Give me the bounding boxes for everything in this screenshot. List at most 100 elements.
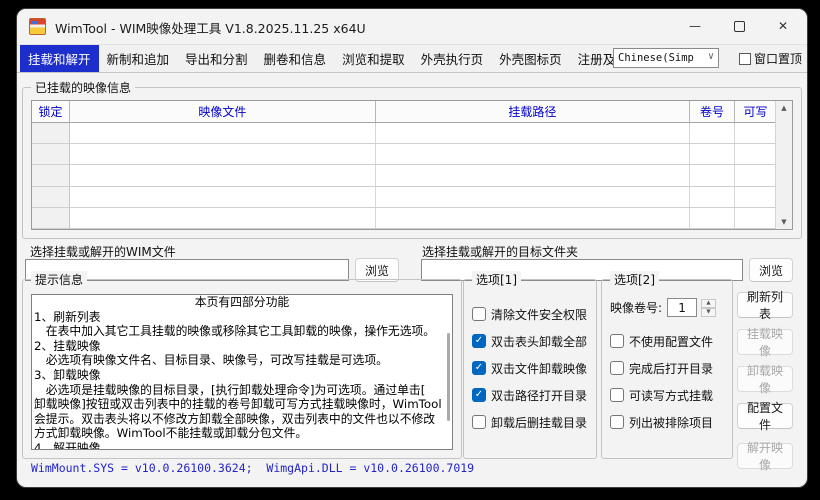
topmost-checkbox[interactable]: 窗口置顶 (739, 50, 802, 67)
tips-line: 4、解开映像 (32, 441, 452, 450)
table-cell-mount-path (376, 208, 690, 228)
option-dblclick-header-unmount-all[interactable]: 双击表头卸载全部 (472, 333, 587, 349)
table-cell-image-file (70, 187, 376, 207)
table-cell-volume-number (690, 144, 735, 164)
checkbox-icon (739, 53, 751, 65)
tab-shell-icon-page[interactable]: 外壳图标页 (491, 45, 570, 72)
window-title: WimTool - WIM映像处理工具 V1.8.2025.11.25 x64U (55, 18, 366, 37)
table-cell-image-file (70, 144, 376, 164)
option-open-dir-when-done[interactable]: 完成后打开目录 (610, 360, 713, 376)
checkbox-icon (472, 361, 486, 375)
table-cell-mount-path (376, 165, 690, 185)
checkbox-icon (472, 307, 486, 321)
option-list-excluded-items[interactable]: 列出被排除项目 (610, 414, 713, 430)
minimize-button[interactable]: — (673, 9, 717, 43)
table-row[interactable] (32, 123, 776, 144)
chevron-down-icon: ∨ (708, 51, 714, 62)
table-cell-lock (32, 187, 70, 207)
options2-group: 选项[2] 映像卷号: 1 ▲ ▼ 不使用配置文件完成后打开目录可读写方式挂载列… (601, 279, 733, 459)
tips-group: 提示信息 本页有四部分功能1、刷新列表 在表中加入其它工具挂载的映像或移除其它工… (22, 279, 462, 459)
table-cell-image-file (70, 123, 376, 143)
option-no-config-file[interactable]: 不使用配置文件 (610, 333, 713, 349)
title-bar: WimTool - WIM映像处理工具 V1.8.2025.11.25 x64U… (17, 9, 807, 43)
option-label: 卸载后删挂载目录 (491, 414, 587, 431)
volume-number-input[interactable]: 1 (667, 298, 697, 317)
options1-group: 选项[1] 清除文件安全权限双击表头卸载全部双击文件卸载映像双击路径打开目录卸载… (463, 279, 597, 459)
target-folder-browse-button[interactable]: 浏览 (749, 258, 793, 282)
close-button[interactable]: ✕ (761, 9, 805, 43)
table-scrollbar[interactable]: ▲ ▼ (775, 101, 792, 229)
volume-number-label: 映像卷号: (610, 299, 662, 316)
table-cell-lock (32, 165, 70, 185)
table-cell-image-file (70, 208, 376, 228)
table-row[interactable] (32, 187, 776, 208)
table-cell-mount-path (376, 187, 690, 207)
option-label: 可读写方式挂载 (629, 387, 713, 404)
column-header-mount-path[interactable]: 挂载路径 (376, 101, 690, 122)
table-cell-volume-number (690, 123, 735, 143)
tab-strip: 挂载和解开新制和追加导出和分割删卷和信息浏览和提取外壳执行页外壳图标页注册及设置… (17, 44, 807, 73)
tips-line: 卸载映像]按钮或双击列表中的挂载的卷号卸载可写方式挂载映像时，WimTool (32, 397, 452, 412)
mounted-images-table: 锁定映像文件挂载路径卷号可写 ▲ ▼ (31, 100, 793, 230)
table-row[interactable] (32, 144, 776, 165)
minimize-icon: — (689, 19, 701, 33)
maximize-icon (734, 21, 745, 32)
table-cell-lock (32, 208, 70, 228)
mount-image-button[interactable]: 挂载映像 (737, 329, 793, 355)
maximize-button[interactable] (717, 9, 761, 43)
checkbox-icon (610, 361, 624, 375)
spin-up-button[interactable]: ▲ (701, 299, 716, 308)
table-cell-mount-path (376, 123, 690, 143)
table-cell-lock (32, 123, 70, 143)
table-body (32, 123, 776, 229)
tips-scrollbar-thumb[interactable] (447, 333, 450, 421)
option-dblclick-path-open-dir[interactable]: 双击路径打开目录 (472, 387, 587, 403)
wim-file-label: 选择挂载或解开的WIM文件 (30, 243, 176, 260)
mounted-images-group: 已挂载的映像信息 锁定映像文件挂载路径卷号可写 ▲ ▼ (22, 87, 802, 239)
app-window: WimTool - WIM映像处理工具 V1.8.2025.11.25 x64U… (16, 8, 808, 488)
app-icon[interactable] (29, 18, 46, 35)
option-mount-writable[interactable]: 可读写方式挂载 (610, 387, 713, 403)
table-cell-writable (735, 208, 776, 228)
close-icon: ✕ (778, 19, 788, 33)
option-delete-mount-dir-after-unmount[interactable]: 卸载后删挂载目录 (472, 414, 587, 430)
table-row[interactable] (32, 165, 776, 186)
option-label: 清除文件安全权限 (491, 306, 587, 323)
spin-down-button[interactable]: ▼ (701, 308, 716, 317)
unpack-image-button[interactable]: 解开映像 (737, 443, 793, 469)
column-header-lock[interactable]: 锁定 (32, 101, 70, 122)
tab-delete-info[interactable]: 删卷和信息 (256, 45, 335, 72)
tab-create-append[interactable]: 新制和追加 (99, 45, 178, 72)
option-label: 列出被排除项目 (629, 414, 713, 431)
refresh-list-button[interactable]: 刷新列表 (737, 292, 793, 318)
options1-group-title: 选项[1] (472, 271, 521, 288)
status-text: WimMount.SYS = v10.0.26100.3624; WimgApi… (31, 461, 474, 475)
target-folder-input[interactable] (421, 259, 743, 281)
config-file-button[interactable]: 配置文件 (737, 403, 793, 429)
scroll-up-icon[interactable]: ▲ (776, 101, 792, 115)
tab-export-split[interactable]: 导出和分割 (177, 45, 256, 72)
checkbox-icon (472, 415, 486, 429)
tips-line: 必选项有映像文件名、目标目录、映像号，可改写挂载是可选项。 (32, 353, 452, 368)
option-clear-file-acl[interactable]: 清除文件安全权限 (472, 306, 587, 322)
checkbox-icon (472, 334, 486, 348)
language-select[interactable]: Chinese(Simp ∨ (613, 48, 719, 68)
column-header-image-file[interactable]: 映像文件 (70, 101, 376, 122)
unmount-image-button[interactable]: 卸载映像 (737, 366, 793, 392)
tab-mount-unmount[interactable]: 挂载和解开 (20, 45, 99, 72)
option-label: 双击路径打开目录 (491, 387, 587, 404)
tips-lines: 本页有四部分功能1、刷新列表 在表中加入其它工具挂载的映像或移除其它工具卸载的映… (32, 295, 452, 450)
table-cell-lock (32, 144, 70, 164)
tips-line: 方式卸载映像。WimTool不能挂载或卸载分包文件。 (32, 426, 452, 441)
tab-shell-exec-page[interactable]: 外壳执行页 (413, 45, 492, 72)
table-row[interactable] (32, 208, 776, 229)
tips-text: 本页有四部分功能1、刷新列表 在表中加入其它工具挂载的映像或移除其它工具卸载的映… (31, 294, 453, 450)
scroll-down-icon[interactable]: ▼ (776, 215, 792, 229)
tab-browse-extract[interactable]: 浏览和提取 (334, 45, 413, 72)
option-dblclick-file-unmount[interactable]: 双击文件卸载映像 (472, 360, 587, 376)
option-label: 双击文件卸载映像 (491, 360, 587, 377)
column-header-writable[interactable]: 可写 (735, 101, 776, 122)
tips-line: 3、卸载映像 (32, 368, 452, 383)
tips-line: 在表中加入其它工具挂载的映像或移除其它工具卸载的映像，操作无选项。 (32, 324, 452, 339)
column-header-volume-number[interactable]: 卷号 (690, 101, 735, 122)
